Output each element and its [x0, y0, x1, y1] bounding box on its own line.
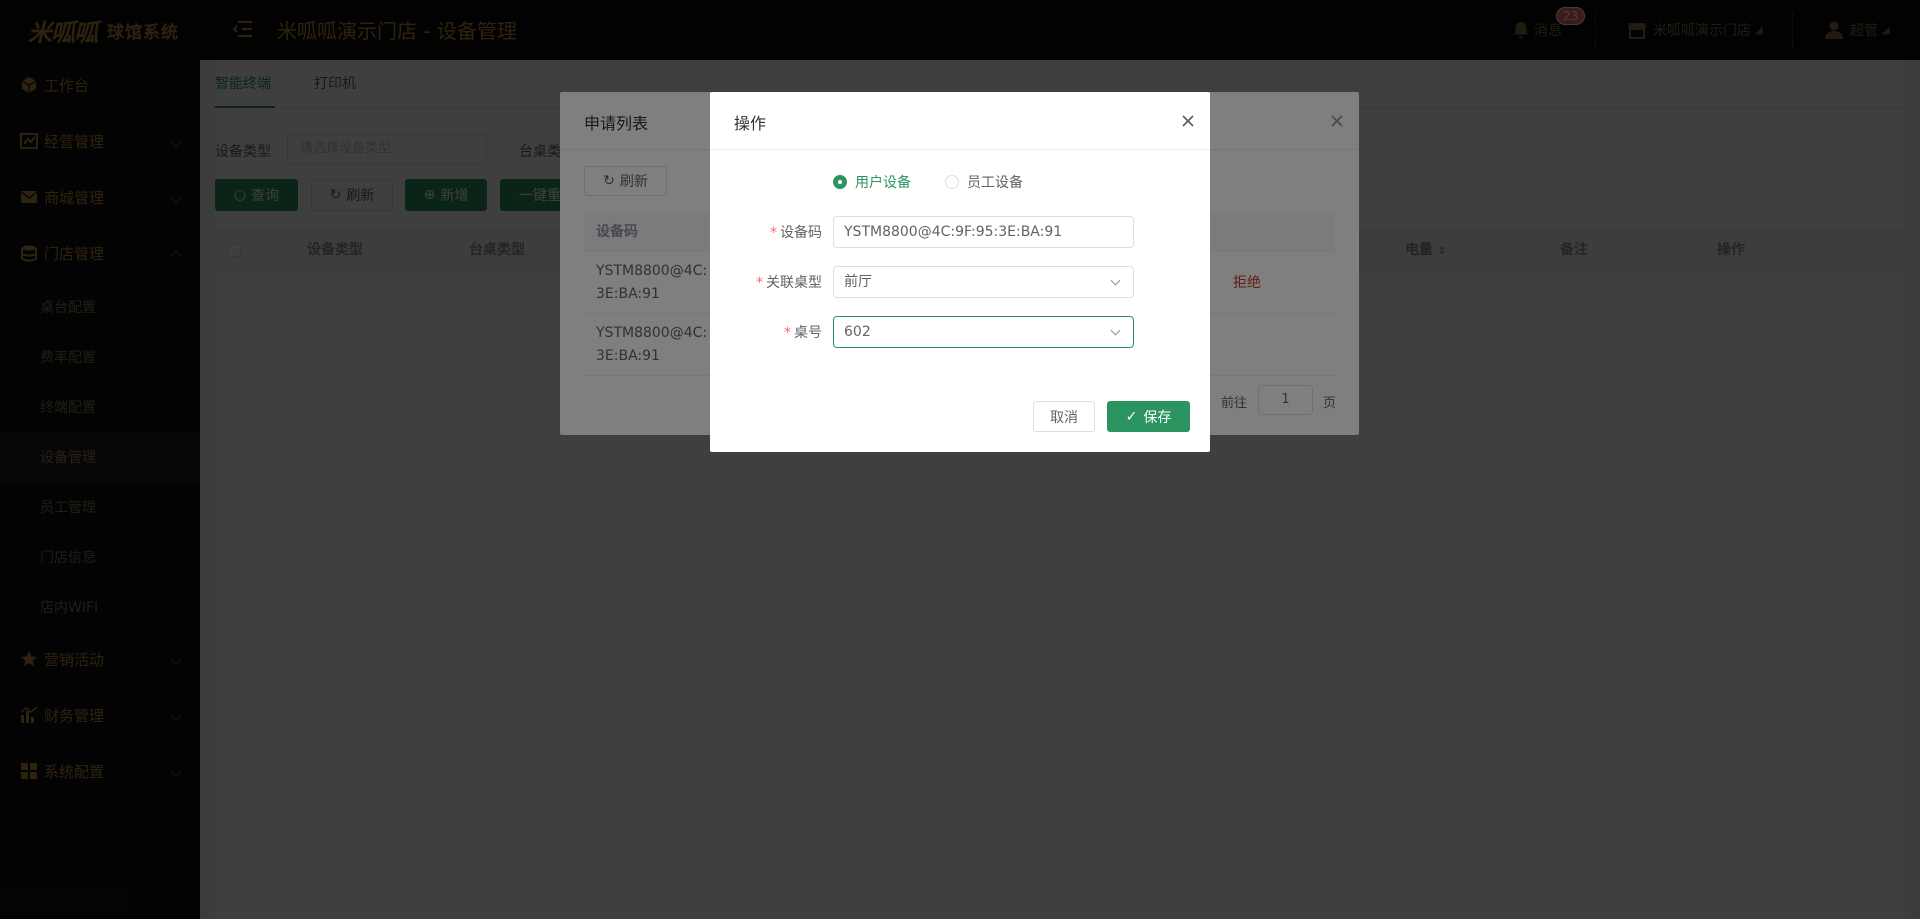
table-type-label: * 关联桌型 [756, 275, 822, 291]
table-type-label-text: 关联桌型 [766, 275, 822, 291]
check-icon: ✓ [1125, 408, 1138, 425]
cancel-label: 取消 [1050, 409, 1078, 426]
table-type-select[interactable]: 前厅 [833, 266, 1134, 298]
table-number-label-text: 桌号 [794, 325, 822, 341]
radio-user-device[interactable]: 用户设备 [833, 172, 911, 192]
table-number-label: * 桌号 [784, 325, 822, 341]
dialog-divider [710, 149, 1210, 150]
save-button[interactable]: ✓ 保存 [1107, 401, 1190, 432]
device-code-label: * 设备码 [770, 225, 822, 241]
radio-staff-device[interactable]: 员工设备 [945, 172, 1023, 192]
save-label: 保存 [1143, 409, 1172, 426]
op-dialog-title: 操作 [734, 114, 767, 133]
chevron-down-icon [1110, 325, 1121, 336]
device-code-label-text: 设备码 [780, 225, 822, 241]
radio-staff-label: 员工设备 [967, 175, 1023, 191]
table-number-select[interactable]: 602 [833, 316, 1134, 348]
radio-dot [833, 175, 847, 189]
cancel-button[interactable]: 取消 [1033, 401, 1095, 432]
chevron-down-icon [1110, 275, 1121, 286]
radio-dot [945, 175, 959, 189]
table-type-value: 前厅 [844, 274, 872, 290]
radio-user-label: 用户设备 [855, 175, 911, 191]
device-code-input[interactable]: YSTM8800@4C:9F:95:3E:BA:91 [833, 216, 1134, 248]
table-number-value: 602 [844, 324, 871, 340]
close-icon[interactable] [1180, 113, 1196, 129]
